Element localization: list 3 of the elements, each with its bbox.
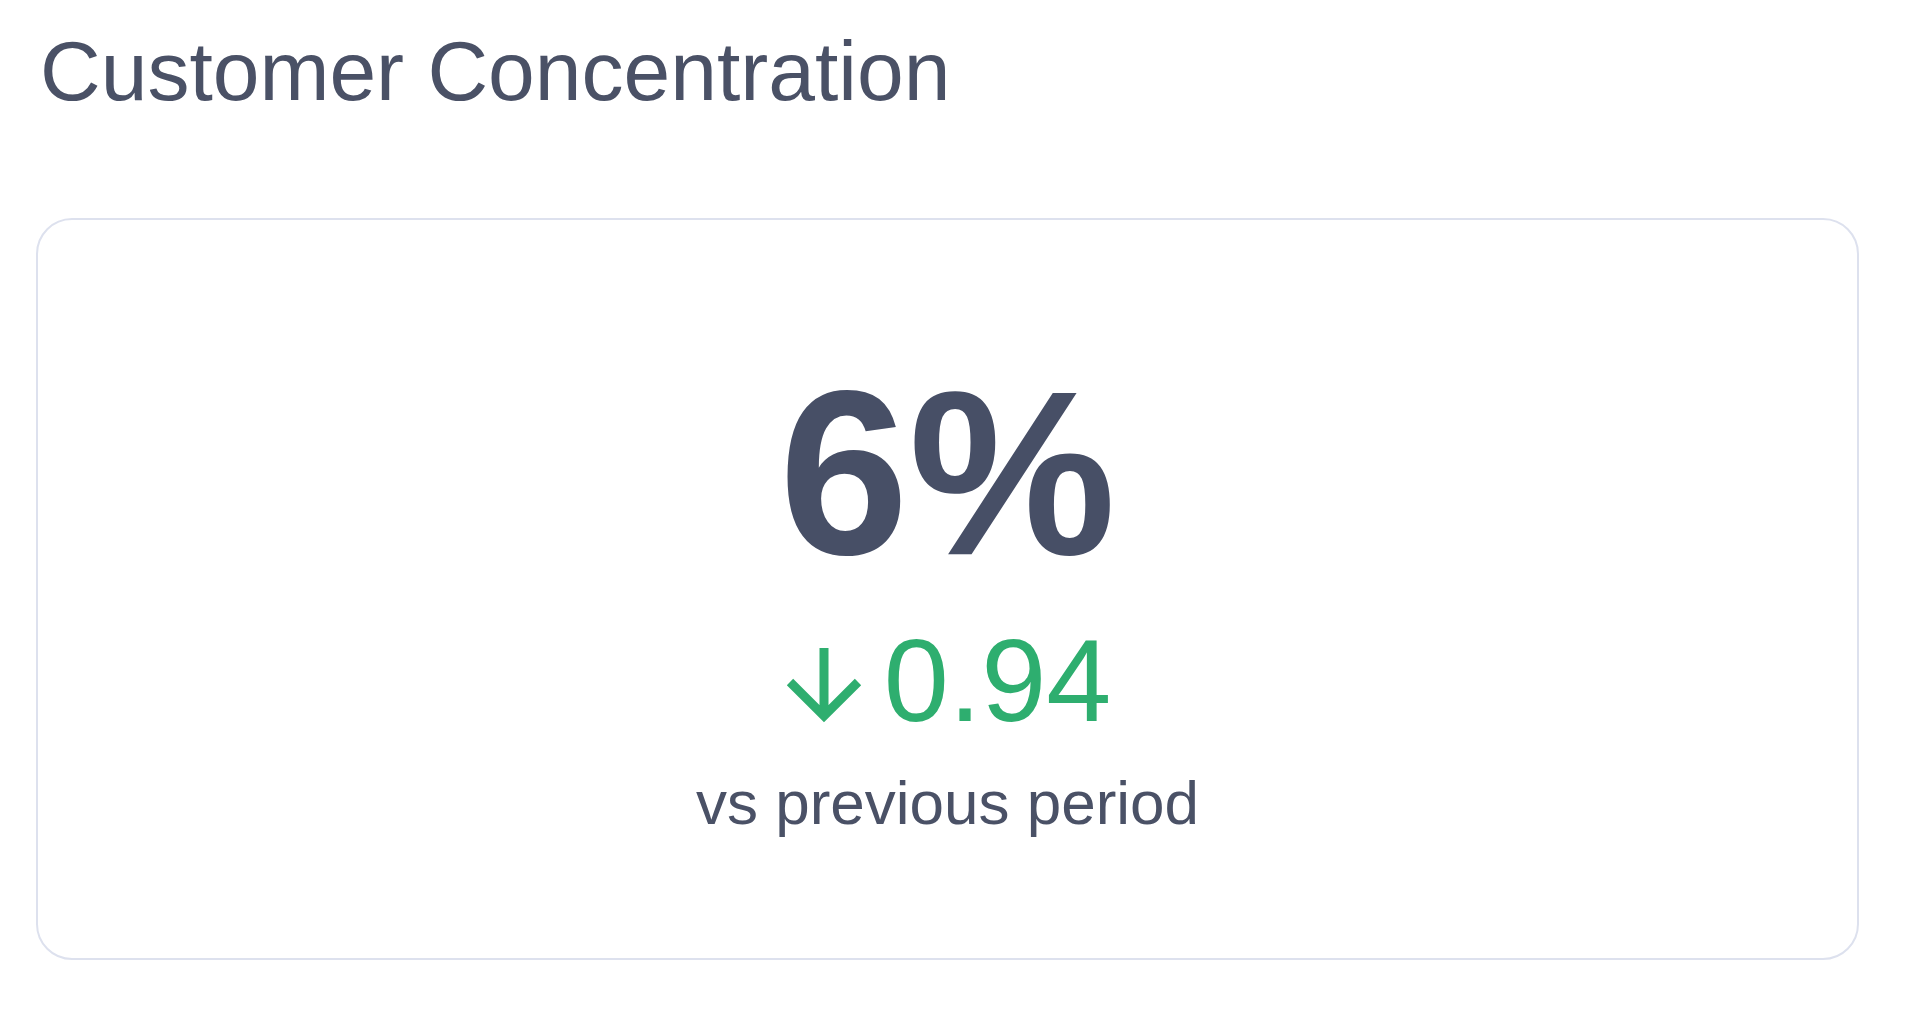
kpi-value: 6% — [779, 356, 1116, 591]
change-value: 0.94 — [883, 622, 1112, 739]
widget-title: Customer Concentration — [40, 23, 951, 120]
